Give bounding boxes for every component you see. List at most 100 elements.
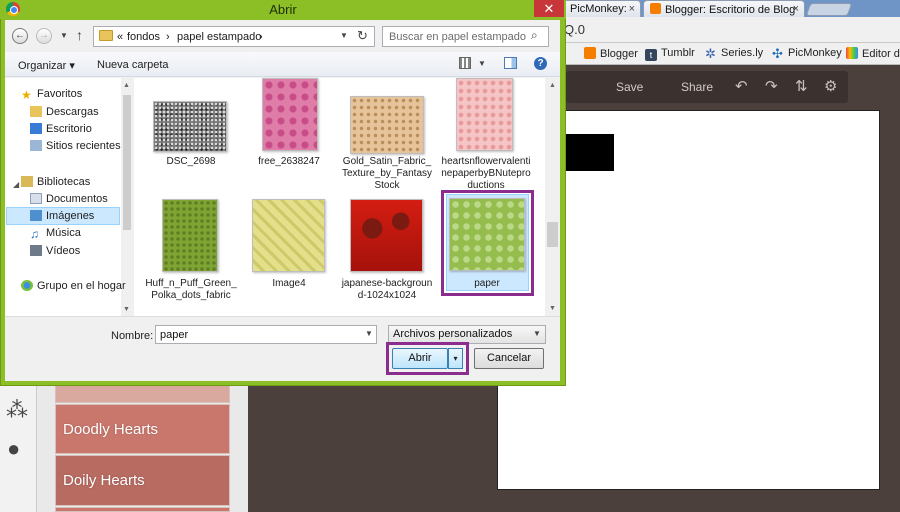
breadcrumb-separator[interactable]: › xyxy=(259,31,263,43)
bookmark-blogger[interactable]: Blogger xyxy=(584,47,638,60)
breadcrumb-item-fondos[interactable]: fondos xyxy=(127,31,160,43)
music-icon: ♫ xyxy=(30,227,39,241)
bookmark-picmonkey[interactable]: ✣ PicMonkey xyxy=(772,47,842,60)
texture-icon[interactable]: ⁂ xyxy=(6,397,28,423)
history-dropdown-icon[interactable]: ▼ xyxy=(60,31,68,40)
nav-scrollbar-thumb[interactable] xyxy=(123,95,131,230)
breadcrumb-item-papel-estampado[interactable]: papel estampado xyxy=(177,31,261,43)
tab-label: PicMonkey: xyxy=(570,3,627,15)
tab-label: Blogger: Escritorio de Blog xyxy=(665,4,796,16)
file-name-label: Nombre: xyxy=(111,330,154,342)
scroll-up-icon[interactable]: ▲ xyxy=(123,82,130,89)
file-thumbnail[interactable] xyxy=(456,78,513,151)
annotation-highlight-box xyxy=(386,342,469,375)
share-button[interactable]: Share xyxy=(681,80,713,94)
file-list-scrollbar-thumb[interactable] xyxy=(547,222,558,247)
apple-icon[interactable]: ● xyxy=(7,436,20,462)
nav-item-descargas[interactable]: Descargas xyxy=(30,106,99,118)
overlay-item-label: Doodly Hearts xyxy=(63,421,159,438)
pictures-icon xyxy=(30,210,42,221)
view-options-icon[interactable] xyxy=(459,57,471,69)
file-name[interactable]: Image4 xyxy=(242,278,336,290)
bookmark-seriesly[interactable]: ✲ Series.ly xyxy=(705,47,763,60)
file-thumbnail[interactable] xyxy=(153,101,227,152)
file-name[interactable]: Gold_Satin_Fabric_Texture_by_FantasyStoc… xyxy=(340,156,434,192)
nav-item-imagenes[interactable]: Imágenes xyxy=(30,210,94,222)
picmonkey-icon: ✣ xyxy=(772,46,783,61)
path-dropdown-icon[interactable]: ▼ xyxy=(340,31,348,40)
nav-item-videos[interactable]: Vídeos xyxy=(30,245,80,257)
breadcrumb-separator[interactable]: › xyxy=(166,31,170,43)
help-icon[interactable]: ? xyxy=(534,57,547,70)
scroll-up-icon[interactable]: ▲ xyxy=(549,82,556,89)
nav-item-grupo-hogar[interactable]: Grupo en el hogar xyxy=(21,280,126,292)
breadcrumb-overflow[interactable]: « xyxy=(117,31,123,43)
forward-arrow-icon[interactable]: → xyxy=(36,28,52,44)
tab-close-icon[interactable]: × xyxy=(793,3,799,15)
overlay-item[interactable] xyxy=(55,385,230,403)
search-icon[interactable]: ⌕ xyxy=(531,28,538,43)
file-name-dropdown-icon[interactable]: ▼ xyxy=(365,329,373,338)
homegroup-icon xyxy=(21,280,33,291)
bookmark-tumblr[interactable]: t Tumblr xyxy=(645,47,695,61)
address-text: Q.0 xyxy=(564,22,585,37)
nav-libraries-header[interactable]: Bibliotecas xyxy=(21,176,90,188)
desktop-icon xyxy=(30,123,42,134)
nav-item-sitios-recientes[interactable]: Sitios recientes xyxy=(30,140,121,152)
new-tab-button[interactable] xyxy=(805,3,853,16)
up-arrow-icon[interactable]: ↑ xyxy=(76,27,83,43)
file-thumbnail[interactable] xyxy=(262,78,318,151)
file-name[interactable]: heartsnflowervalentinepaperbyBNuteproduc… xyxy=(439,156,533,192)
dialog-title: Abrir xyxy=(269,2,297,17)
star-icon: ★ xyxy=(21,88,32,102)
blogger-favicon-icon xyxy=(650,3,661,14)
file-name[interactable]: free_2638247 xyxy=(242,156,336,168)
close-button[interactable]: ✕ xyxy=(534,0,564,17)
tumblr-icon: t xyxy=(645,49,657,61)
cancel-button[interactable]: Cancelar xyxy=(474,348,544,369)
nav-item-documentos[interactable]: Documentos xyxy=(30,193,108,205)
bookmark-editor[interactable]: Editor de xyxy=(846,47,900,60)
back-arrow-icon[interactable]: ← xyxy=(12,28,28,44)
file-thumbnail[interactable] xyxy=(252,199,325,272)
preview-pane-icon[interactable] xyxy=(504,57,517,69)
tab-close-icon[interactable]: × xyxy=(629,3,635,15)
overlay-item[interactable] xyxy=(55,507,230,512)
collapse-caret-icon[interactable]: ◢ xyxy=(13,180,19,189)
search-placeholder: Buscar en papel estampado xyxy=(389,31,526,43)
refresh-icon[interactable]: ↻ xyxy=(357,28,368,44)
nav-item-escritorio[interactable]: Escritorio xyxy=(30,123,92,135)
file-thumbnail[interactable] xyxy=(162,199,218,272)
redo-icon[interactable]: ↷ xyxy=(765,77,778,95)
file-name-field[interactable] xyxy=(155,325,377,344)
scroll-down-icon[interactable]: ▼ xyxy=(123,306,130,313)
file-name[interactable]: Huff_n_Puff_Green_Polka_dots_fabric xyxy=(144,278,238,302)
new-folder-button[interactable]: Nueva carpeta xyxy=(97,59,169,71)
recent-places-icon xyxy=(30,140,42,151)
nav-favorites-header[interactable]: ★ Favoritos xyxy=(21,88,82,101)
canvas-black-shape[interactable] xyxy=(566,134,614,171)
view-dropdown-icon[interactable]: ▼ xyxy=(478,59,486,68)
seriesly-icon: ✲ xyxy=(705,46,716,61)
downloads-folder-icon xyxy=(30,106,42,117)
folder-icon xyxy=(99,30,113,41)
file-thumbnail[interactable] xyxy=(350,199,423,272)
file-name[interactable]: DSC_2698 xyxy=(144,156,238,168)
tab-blogger[interactable]: Blogger: Escritorio de Blog × xyxy=(643,0,805,17)
documents-icon xyxy=(30,193,42,204)
nav-item-musica[interactable]: ♫ Música xyxy=(30,227,81,240)
tab-picmonkey[interactable]: PicMonkey: × xyxy=(563,0,641,17)
file-name[interactable]: japanese-background-1024x1024 xyxy=(340,278,434,302)
organize-button[interactable]: Organizar ▾ xyxy=(18,59,75,72)
chevron-down-icon[interactable]: ▼ xyxy=(533,329,541,338)
layers-icon[interactable]: ⇅ xyxy=(795,77,808,95)
gear-icon[interactable]: ⚙ xyxy=(824,77,837,95)
file-thumbnail[interactable] xyxy=(350,96,424,154)
file-list-scrollbar[interactable] xyxy=(545,78,560,316)
undo-icon[interactable]: ↶ xyxy=(735,77,748,95)
overlay-item-label: Doily Hearts xyxy=(63,472,145,489)
videos-icon xyxy=(30,245,42,256)
address-bar[interactable] xyxy=(560,17,900,43)
save-button[interactable]: Save xyxy=(616,80,643,94)
scroll-down-icon[interactable]: ▼ xyxy=(549,305,556,312)
